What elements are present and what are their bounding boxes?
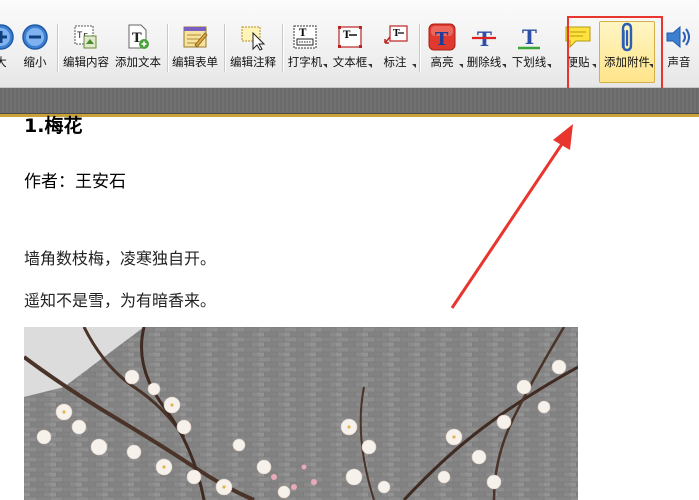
annotation-arrow xyxy=(450,124,573,309)
